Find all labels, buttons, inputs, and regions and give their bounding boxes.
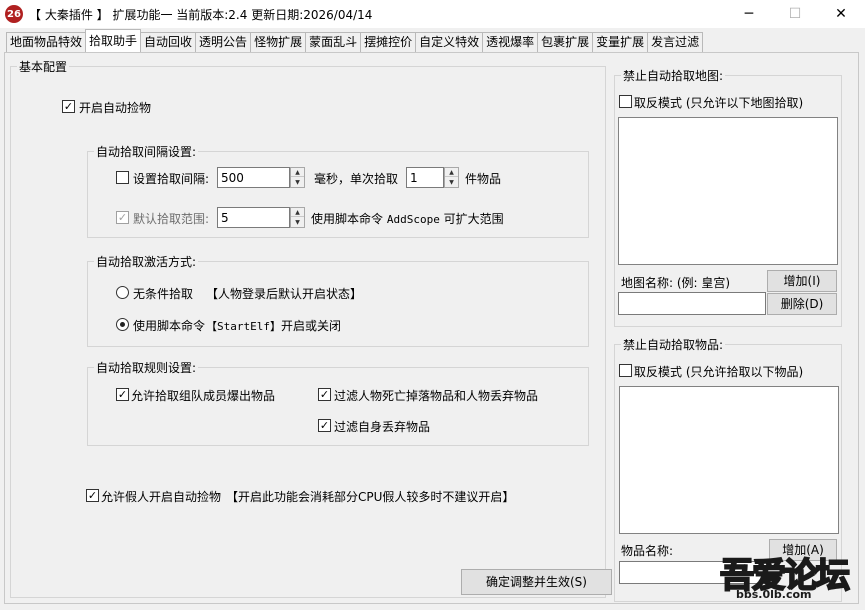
activation-group: 自动拾取激活方式: [87,253,589,347]
window-title: 【 大秦插件 】 扩展功能一 当前版本:2.4 更新日期:2026/04/14 [29,8,373,22]
stepper-down-icon[interactable]: ▼ [291,178,304,187]
map-name-input[interactable] [618,292,766,315]
tab-strip: 地面物品特效 拾取助手 自动回收 透明公告 怪物扩展 蒙面乱斗 摆摊控价 自定义… [6,29,704,52]
filter-death-drop-checkbox[interactable]: ✓ [318,388,331,401]
interval-legend: 自动拾取间隔设置: [94,143,199,160]
maximize-button: ☐ [788,6,802,22]
pickup-count-input[interactable] [406,167,444,188]
activation-legend: 自动拾取激活方式: [94,253,199,270]
range-checkbox: ✓ [116,211,129,224]
apply-button[interactable]: 确定调整并生效(S) [461,569,612,595]
interval-checkbox-label: 设置拾取间隔: [133,172,210,186]
stepper-down-icon[interactable]: ▼ [291,218,304,227]
fake-player-label: 允许假人开启自动捡物 [101,490,222,504]
range-hint-prefix: 使用脚本命令 [311,212,384,226]
unconditional-radio[interactable] [116,286,129,299]
map-list[interactable] [618,117,838,265]
unconditional-label: 无条件拾取 [133,287,194,301]
pickup-count-suffix: 件物品 [465,172,502,186]
tab-auto-recycle[interactable]: 自动回收 [140,32,197,52]
tab-custom-effects[interactable]: 自定义特效 [415,32,484,52]
range-hint-command: AddScope [386,213,440,226]
watermark-url: bbs.0lb.com [736,588,812,601]
map-name-label: 地图名称: (例: 皇宫) [621,276,731,290]
interval-ms-stepper[interactable]: ▲ ▼ [290,167,305,188]
range-stepper[interactable]: ▲ ▼ [290,207,305,228]
close-button[interactable]: ✕ [818,0,864,28]
map-delete-button[interactable]: 删除(D) [767,293,837,315]
auto-pickup-label: 开启自动捡物 [79,101,152,115]
filter-self-drop-label: 过滤自身丢弃物品 [334,420,431,434]
stepper-up-icon[interactable]: ▲ [445,168,458,177]
range-hint-suffix: 可扩大范围 [443,212,504,226]
item-list[interactable] [619,386,839,534]
interval-checkbox[interactable] [116,171,129,184]
rules-legend: 自动拾取规则设置: [94,359,199,376]
team-drop-checkbox[interactable]: ✓ [116,388,129,401]
tab-chat-filter[interactable]: 发言过滤 [647,32,704,52]
item-ban-legend: 禁止自动拾取物品: [621,336,726,353]
tab-drop-rate-view[interactable]: 透视爆率 [482,32,539,52]
script-command-label: 使用脚本命令 [133,319,206,333]
interval-ms-label: 毫秒，单次拾取 [314,172,399,186]
app-icon: 26 [5,5,23,23]
filter-self-drop-checkbox[interactable]: ✓ [318,419,331,432]
script-command-hint: 【StartElf】开启或关闭 [206,317,341,334]
fake-player-checkbox[interactable]: ✓ [86,489,99,502]
stepper-up-icon[interactable]: ▲ [291,208,304,217]
tab-bag-extension[interactable]: 包裹扩展 [537,32,594,52]
range-hint: 使用脚本命令 AddScope 可扩大范围 [311,210,504,227]
tab-stall-price-control[interactable]: 摆摊控价 [360,32,417,52]
script-command-hint-suffix: 开启或关闭 [280,319,341,333]
tab-ground-item-effects[interactable]: 地面物品特效 [6,32,87,52]
tab-masked-melee[interactable]: 蒙面乱斗 [305,32,362,52]
auto-pickup-checkbox[interactable]: ✓ [62,100,75,113]
tab-pickup-assistant[interactable]: 拾取助手 [85,29,142,52]
team-drop-label: 允许拾取组队成员爆出物品 [131,389,276,403]
map-invert-checkbox[interactable] [619,95,632,108]
stepper-down-icon[interactable]: ▼ [445,178,458,187]
title-bar: 26 【 大秦插件 】 扩展功能一 当前版本:2.4 更新日期:2026/04/… [0,0,865,28]
map-ban-legend: 禁止自动拾取地图: [621,67,726,84]
minimize-button[interactable]: ─ [726,0,772,28]
tab-variable-extension[interactable]: 变量扩展 [592,32,649,52]
item-invert-checkbox[interactable] [619,364,632,377]
basic-config-legend: 基本配置 [17,58,70,75]
range-input[interactable] [217,207,290,228]
fake-player-hint: 【开启此功能会消耗部分CPU假人较多时不建议开启】 [226,490,515,504]
item-invert-label: 取反模式 (只允许拾取以下物品) [634,365,804,379]
tab-monster-extension[interactable]: 怪物扩展 [250,32,307,52]
tab-transparent-notice[interactable]: 透明公告 [195,32,252,52]
script-command-hint-cmd: 【StartElf】 [206,320,281,333]
item-name-label: 物品名称: [621,544,674,558]
interval-ms-input[interactable] [217,167,290,188]
forum-watermark: 吾爱论坛 bbs.0lb.com [708,548,858,606]
map-add-button[interactable]: 增加(I) [767,270,837,292]
pickup-count-stepper[interactable]: ▲ ▼ [444,167,459,188]
script-command-radio[interactable] [116,318,129,331]
unconditional-hint: 【人物登录后默认开启状态】 [206,287,363,301]
stepper-up-icon[interactable]: ▲ [291,168,304,177]
range-label: 默认拾取范围: [133,212,210,226]
map-invert-label: 取反模式 (只允许以下地图拾取) [634,96,804,110]
filter-death-drop-label: 过滤人物死亡掉落物品和人物丢弃物品 [334,389,539,403]
